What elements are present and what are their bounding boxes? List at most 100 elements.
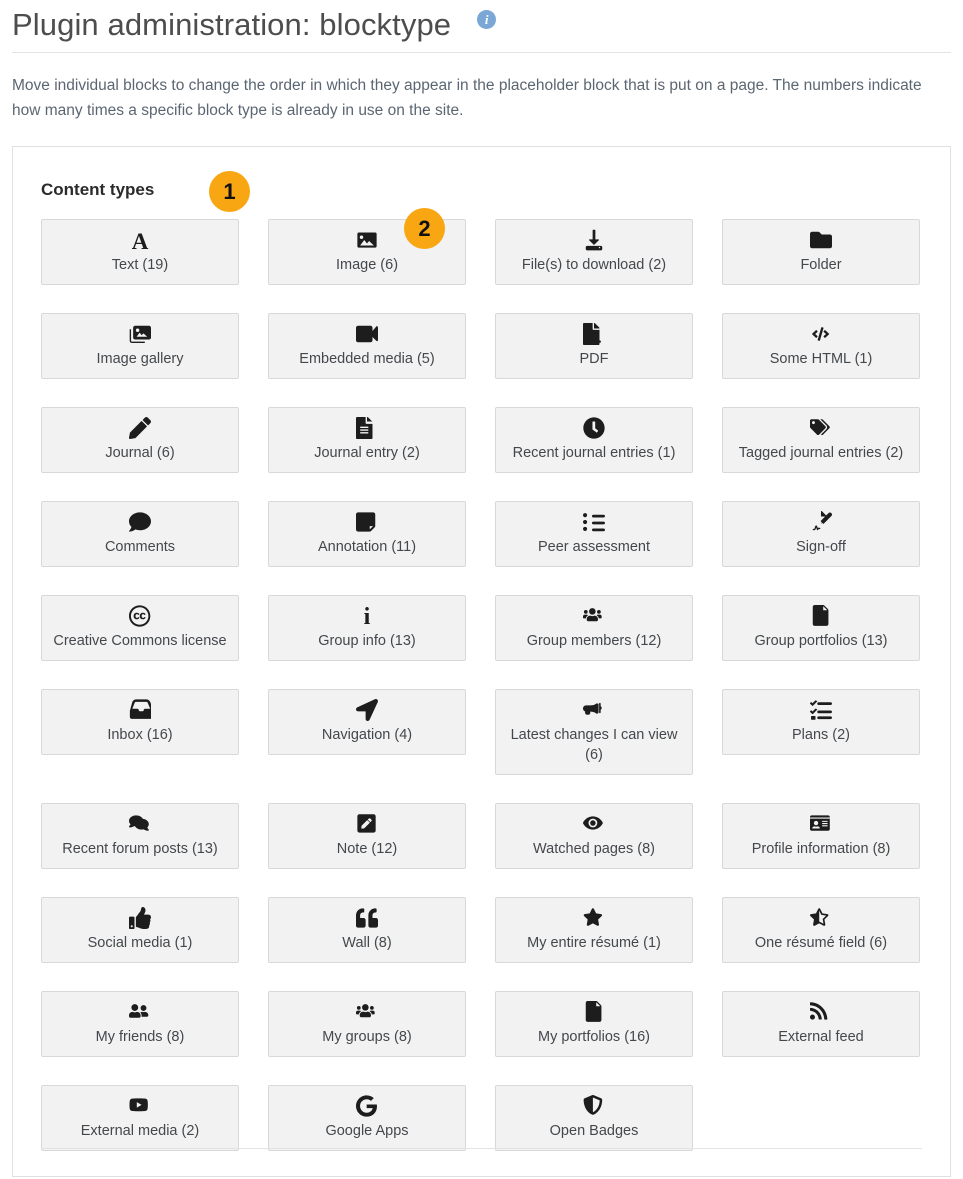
- content-type-tile[interactable]: My portfolios (16): [495, 991, 693, 1057]
- comment-icon: [129, 511, 151, 536]
- content-type-tile[interactable]: Latest changes I can view (6): [495, 689, 693, 775]
- content-type-tile[interactable]: Embedded media (5): [268, 313, 466, 379]
- image-gallery-icon: [129, 323, 151, 348]
- clock-icon: [583, 417, 605, 442]
- folder-icon: [810, 229, 832, 254]
- thumbs-up-icon: [129, 907, 151, 932]
- content-type-tile[interactable]: Creative Commons license: [41, 595, 239, 661]
- page-header: Plugin administration: blocktype i: [0, 0, 963, 46]
- content-type-tile[interactable]: Open Badges: [495, 1085, 693, 1151]
- content-type-tile[interactable]: Sign-off: [722, 501, 920, 567]
- page-title: Plugin administration: blocktype: [12, 7, 452, 42]
- content-type-tile[interactable]: Journal entry (2): [268, 407, 466, 473]
- content-type-tile[interactable]: PDF: [495, 313, 693, 379]
- content-type-label: Social media (1): [87, 935, 193, 951]
- content-type-tile[interactable]: i Group info (13): [268, 595, 466, 661]
- download-icon: [583, 229, 605, 254]
- intro-description: Move individual blocks to change the ord…: [12, 77, 922, 119]
- user-friends-icon: [129, 1001, 151, 1026]
- content-type-label: My friends (8): [95, 1029, 185, 1045]
- content-type-tile[interactable]: File(s) to download (2): [495, 219, 693, 285]
- content-type-tile[interactable]: Navigation (4): [268, 689, 466, 755]
- content-type-tile[interactable]: Image (6): [268, 219, 466, 285]
- star-half-icon: [810, 907, 832, 932]
- content-type-tile[interactable]: Some HTML (1): [722, 313, 920, 379]
- content-type-tile[interactable]: Note (12): [268, 803, 466, 869]
- content-type-tile[interactable]: Social media (1): [41, 897, 239, 963]
- creative-commons-icon: [129, 605, 151, 630]
- content-type-tile[interactable]: Tagged journal entries (2): [722, 407, 920, 473]
- letter-a-icon: A: [131, 229, 149, 254]
- location-arrow-icon: [356, 699, 378, 724]
- pencil-icon: [129, 417, 151, 442]
- content-type-label: Text (19): [111, 257, 169, 273]
- content-type-tile[interactable]: External feed: [722, 991, 920, 1057]
- content-type-label: Profile information (8): [751, 841, 891, 857]
- content-type-label: Note (12): [336, 841, 398, 857]
- content-type-label: Google Apps: [325, 1123, 409, 1139]
- inbox-icon: [129, 699, 151, 724]
- content-type-label: Tagged journal entries (2): [738, 445, 904, 461]
- eye-icon: [583, 813, 605, 838]
- content-type-label: Annotation (11): [317, 539, 417, 555]
- file-icon: [583, 1001, 605, 1026]
- content-type-label: Group portfolios (13): [754, 633, 888, 649]
- content-type-tile[interactable]: My friends (8): [41, 991, 239, 1057]
- content-type-tile[interactable]: My entire résumé (1): [495, 897, 693, 963]
- users-group-icon: [583, 605, 605, 630]
- content-type-tile[interactable]: External media (2): [41, 1085, 239, 1151]
- content-type-label: Journal entry (2): [314, 445, 420, 461]
- video-camera-icon: [356, 323, 378, 348]
- pdf-file-icon: [583, 323, 605, 348]
- content-type-tile[interactable]: Wall (8): [268, 897, 466, 963]
- file-lines-icon: [356, 417, 378, 442]
- content-type-label: Comments: [104, 539, 176, 555]
- content-type-label: One résumé field (6): [754, 935, 888, 951]
- tags-icon: [810, 417, 832, 442]
- content-type-label: Image (6): [335, 257, 399, 273]
- content-type-label: Folder: [800, 257, 842, 273]
- content-type-tile[interactable]: Profile information (8): [722, 803, 920, 869]
- content-type-label: File(s) to download (2): [521, 257, 667, 273]
- content-type-tile[interactable]: Folder: [722, 219, 920, 285]
- content-type-tile[interactable]: Annotation (11): [268, 501, 466, 567]
- content-type-tile[interactable]: Google Apps: [268, 1085, 466, 1151]
- content-type-label: Group info (13): [318, 633, 416, 649]
- bullhorn-icon: [583, 699, 605, 724]
- content-type-label: Plans (2): [791, 727, 851, 743]
- content-type-label: Recent forum posts (13): [62, 841, 218, 857]
- pen-square-icon: [356, 813, 378, 838]
- content-type-tile[interactable]: Watched pages (8): [495, 803, 693, 869]
- content-type-label: Recent journal entries (1): [512, 445, 676, 461]
- content-type-label: Creative Commons license: [53, 633, 227, 649]
- content-type-tile[interactable]: Recent forum posts (13): [41, 803, 239, 869]
- content-type-tile[interactable]: My groups (8): [268, 991, 466, 1057]
- info-icon[interactable]: i: [477, 10, 497, 29]
- content-type-label: Navigation (4): [321, 727, 413, 743]
- content-type-tile[interactable]: Plans (2): [722, 689, 920, 755]
- content-type-tile[interactable]: Recent journal entries (1): [495, 407, 693, 473]
- content-type-tile[interactable]: Journal (6): [41, 407, 239, 473]
- content-type-label: My portfolios (16): [537, 1029, 650, 1045]
- content-type-tile[interactable]: One résumé field (6): [722, 897, 920, 963]
- content-type-tile[interactable]: Group portfolios (13): [722, 595, 920, 661]
- content-type-label: Sign-off: [796, 539, 846, 555]
- content-type-label: My entire résumé (1): [527, 935, 661, 951]
- content-type-tile[interactable]: Inbox (16): [41, 689, 239, 755]
- content-type-tile[interactable]: Group members (12): [495, 595, 693, 661]
- content-type-tile[interactable]: Comments: [41, 501, 239, 567]
- tasks-list-icon: [810, 699, 832, 724]
- content-type-tile[interactable]: Peer assessment: [495, 501, 693, 567]
- content-type-tile[interactable]: A Text (19): [41, 219, 239, 285]
- youtube-icon: [129, 1095, 151, 1120]
- star-solid-icon: [583, 907, 605, 932]
- content-type-tile[interactable]: Image gallery: [41, 313, 239, 379]
- content-type-label: My groups (8): [322, 1029, 412, 1045]
- content-type-label: External media (2): [80, 1123, 200, 1139]
- content-type-label: Image gallery: [96, 351, 184, 367]
- rss-icon: [810, 1001, 832, 1026]
- users-group-icon: [356, 1001, 378, 1026]
- image-icon: [356, 229, 378, 254]
- comments-icon: [129, 813, 151, 838]
- note-sticky-icon: [356, 511, 378, 536]
